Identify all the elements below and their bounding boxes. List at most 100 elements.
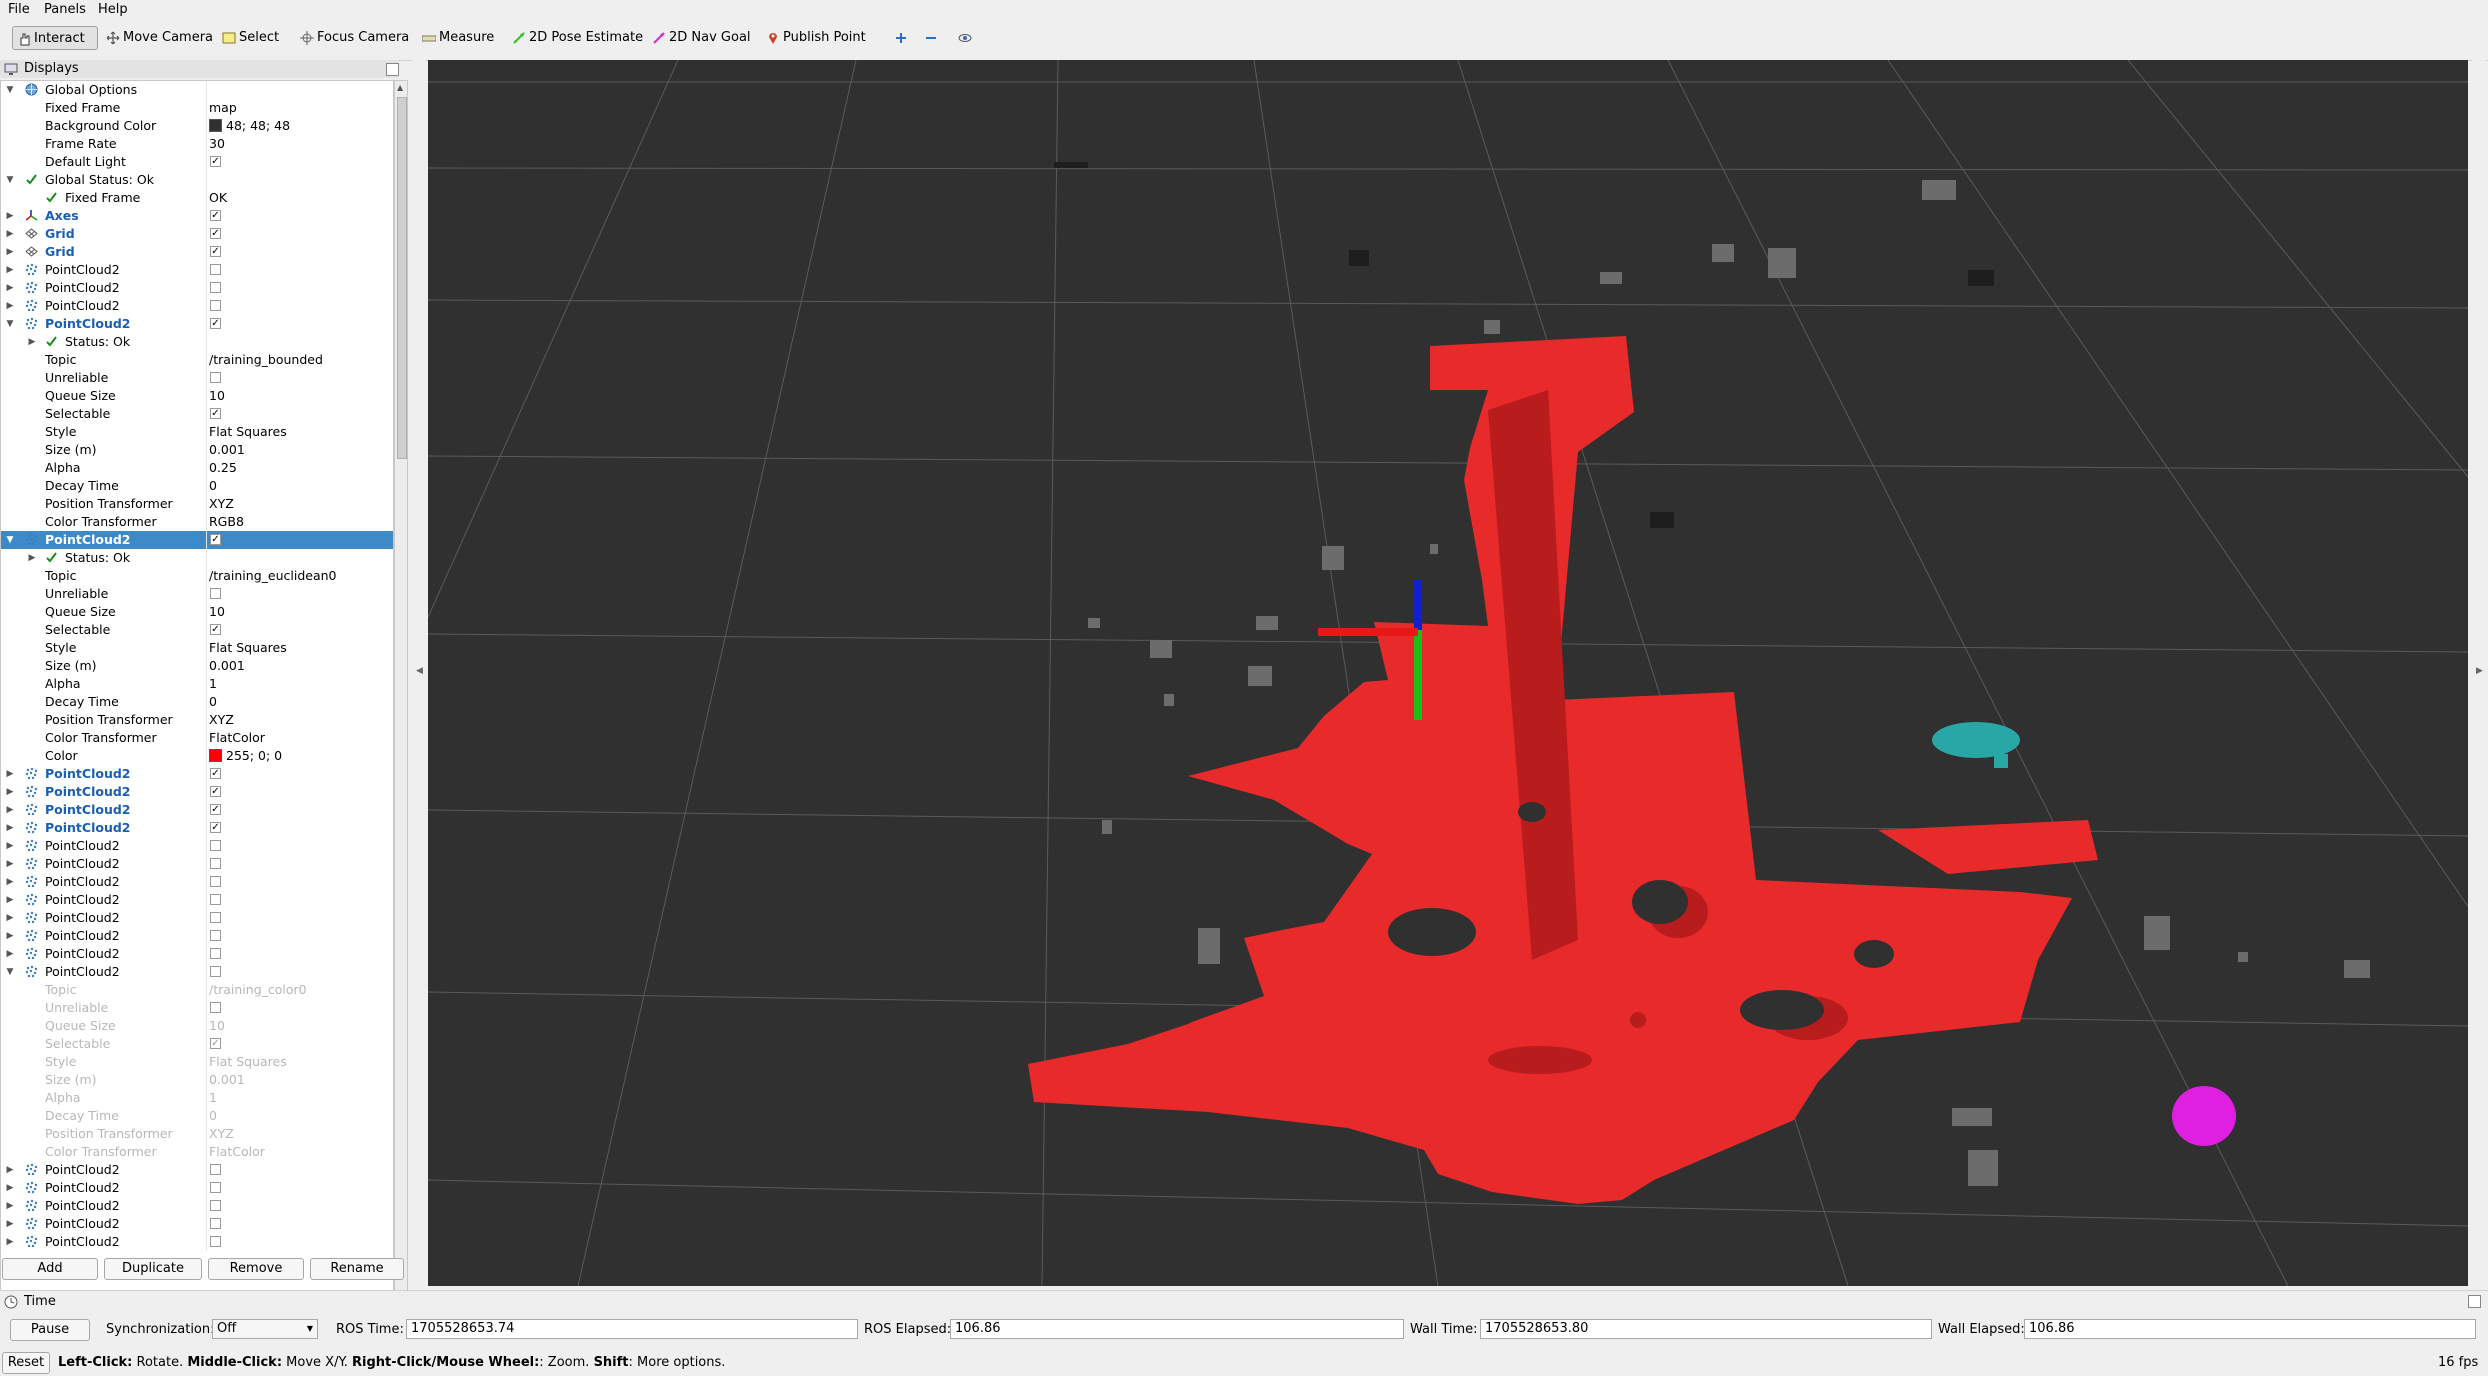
display-enable-checkbox[interactable] [210, 930, 221, 941]
add-tool-button[interactable] [890, 26, 912, 50]
remove-tool-button[interactable] [920, 26, 946, 50]
display-row-unreliable[interactable]: Unreliable [1, 369, 393, 387]
display-row-value-cell[interactable]: /training_bounded [209, 351, 323, 369]
ros-time-field[interactable]: 1705528653.74 [406, 1319, 858, 1339]
display-enable-checkbox[interactable]: ✓ [210, 768, 221, 779]
scene-canvas[interactable] [428, 60, 2468, 1286]
display-row-value[interactable]: map [209, 100, 237, 115]
display-row-value[interactable]: 10 [209, 1018, 225, 1033]
display-enable-checkbox[interactable] [210, 912, 221, 923]
display-row-value-cell[interactable]: 1 [209, 1089, 217, 1107]
display-row-unreliable[interactable]: Unreliable [1, 999, 393, 1017]
display-row-queue-size[interactable]: Queue Size 10 [1, 1017, 393, 1035]
display-row-queue-size[interactable]: Queue Size 10 [1, 603, 393, 621]
collapse-left-icon[interactable]: ◀ [416, 666, 423, 676]
display-row-position-transformer[interactable]: Position Transformer XYZ [1, 495, 393, 513]
display-row-value[interactable]: 0.001 [209, 658, 245, 673]
tool-interact[interactable]: Interact [12, 26, 98, 50]
display-enable-checkbox[interactable]: ✓ [210, 210, 221, 221]
scrollbar-thumb[interactable] [397, 97, 407, 459]
display-row-axes[interactable]: ▶ Axes ✓ [1, 207, 393, 225]
display-enable-checkbox[interactable] [210, 300, 221, 311]
display-row-default-light[interactable]: Default Light ✓ [1, 153, 393, 171]
display-row-pointcloud2[interactable]: ▶ PointCloud2 [1, 909, 393, 927]
display-row-pointcloud2[interactable]: ▶ PointCloud2 [1, 891, 393, 909]
displays-scrollbar[interactable]: ▲ ▼ [394, 80, 408, 1308]
display-row-pointcloud2[interactable]: ▶ PointCloud2 [1, 1215, 393, 1233]
display-row-pointcloud2[interactable]: ▶ PointCloud2 ✓ [1, 819, 393, 837]
display-row-value-cell[interactable]: 10 [209, 387, 225, 405]
display-row-alpha[interactable]: Alpha 0.25 [1, 459, 393, 477]
render-viewport[interactable] [428, 60, 2468, 1286]
display-row-value-cell[interactable]: 0.001 [209, 441, 245, 459]
expand-right-icon[interactable]: ▶ [27, 549, 37, 567]
display-row-alpha[interactable]: Alpha 1 [1, 675, 393, 693]
display-row-value-cell[interactable]: 0 [209, 693, 217, 711]
display-row-value[interactable]: Flat Squares [209, 640, 287, 655]
display-row-value-cell[interactable]: XYZ [209, 711, 234, 729]
display-row-frame-rate[interactable]: Frame Rate 30 [1, 135, 393, 153]
expand-right-icon[interactable]: ▶ [5, 855, 15, 873]
display-row-value-cell[interactable]: 48; 48; 48 [209, 117, 290, 135]
display-enable-checkbox[interactable] [210, 588, 221, 599]
display-row-pointcloud2[interactable]: ▶ PointCloud2 [1, 873, 393, 891]
display-row-value-cell[interactable]: 0 [209, 477, 217, 495]
display-enable-checkbox[interactable]: ✓ [210, 786, 221, 797]
display-row-value-cell[interactable]: 10 [209, 603, 225, 621]
display-enable-checkbox[interactable]: ✓ [210, 822, 221, 833]
display-enable-checkbox[interactable] [210, 876, 221, 887]
display-row-value[interactable]: 0.001 [209, 1072, 245, 1087]
display-row-value-cell[interactable]: map [209, 99, 237, 117]
display-row-color-transformer[interactable]: Color Transformer RGB8 [1, 513, 393, 531]
wall-time-field[interactable]: 1705528653.80 [1480, 1319, 1932, 1339]
tool-publish-point[interactable]: Publish Point [762, 26, 872, 50]
display-row-value[interactable]: FlatColor [209, 1144, 265, 1159]
display-row-background-color[interactable]: Background Color 48; 48; 48 [1, 117, 393, 135]
expand-right-icon[interactable]: ▶ [5, 1179, 15, 1197]
display-row-size-m[interactable]: Size (m) 0.001 [1, 441, 393, 459]
display-enable-checkbox[interactable] [210, 372, 221, 383]
display-row-pointcloud2[interactable]: ▶ PointCloud2 [1, 1197, 393, 1215]
sync-select[interactable]: Off ▼ [212, 1319, 318, 1339]
display-enable-checkbox[interactable] [210, 1164, 221, 1175]
display-row-selectable[interactable]: Selectable ✓ [1, 621, 393, 639]
display-row-topic[interactable]: Topic/training_color0 [1, 981, 393, 999]
display-enable-checkbox[interactable] [210, 858, 221, 869]
display-row-value[interactable]: /training_bounded [209, 352, 323, 367]
display-row-pointcloud2[interactable]: ▶ PointCloud2 [1, 927, 393, 945]
collapse-right-icon[interactable]: ▶ [2476, 666, 2483, 676]
display-row-value[interactable]: RGB8 [209, 514, 244, 529]
display-row-value-cell[interactable]: 0 [209, 1107, 217, 1125]
display-row-alpha[interactable]: Alpha 1 [1, 1089, 393, 1107]
display-row-selectable[interactable]: Selectable ✓ [1, 1035, 393, 1053]
display-row-value-cell[interactable]: 30 [209, 135, 225, 153]
display-row-style[interactable]: Style Flat Squares [1, 423, 393, 441]
display-row-value-cell[interactable]: 0.25 [209, 459, 237, 477]
display-row-value-cell[interactable]: FlatColor [209, 729, 265, 747]
display-row-value-cell[interactable]: RGB8 [209, 513, 244, 531]
display-row-value-cell[interactable]: 255; 0; 0 [209, 747, 282, 765]
display-enable-checkbox[interactable] [210, 840, 221, 851]
expand-right-icon[interactable]: ▶ [5, 891, 15, 909]
scroll-up-icon[interactable]: ▲ [397, 83, 403, 92]
display-row-unreliable[interactable]: Unreliable [1, 585, 393, 603]
tool-move-camera[interactable]: Move Camera [102, 26, 219, 50]
expand-right-icon[interactable]: ▶ [5, 909, 15, 927]
expand-right-icon[interactable]: ▶ [5, 927, 15, 945]
display-row-pointcloud2[interactable]: ▼ PointCloud2 [1, 963, 393, 981]
display-enable-checkbox[interactable] [210, 1218, 221, 1229]
display-row-value[interactable]: 30 [209, 136, 225, 151]
display-row-value[interactable]: 0 [209, 694, 217, 709]
expand-right-icon[interactable]: ▶ [5, 819, 15, 837]
display-row-pointcloud2[interactable]: ▶ PointCloud2 [1, 1179, 393, 1197]
display-enable-checkbox[interactable]: ✓ [210, 228, 221, 239]
display-row-selectable[interactable]: Selectable ✓ [1, 405, 393, 423]
expand-down-icon[interactable]: ▼ [5, 171, 15, 189]
display-row-fixed-frame[interactable]: Fixed Frame map [1, 99, 393, 117]
pause-button[interactable]: Pause [10, 1319, 90, 1341]
display-row-queue-size[interactable]: Queue Size 10 [1, 387, 393, 405]
display-row-value-cell[interactable]: 0.001 [209, 657, 245, 675]
display-row-value[interactable]: OK [209, 190, 227, 205]
display-row-value-cell[interactable]: 10 [209, 1017, 225, 1035]
expand-right-icon[interactable]: ▶ [5, 801, 15, 819]
